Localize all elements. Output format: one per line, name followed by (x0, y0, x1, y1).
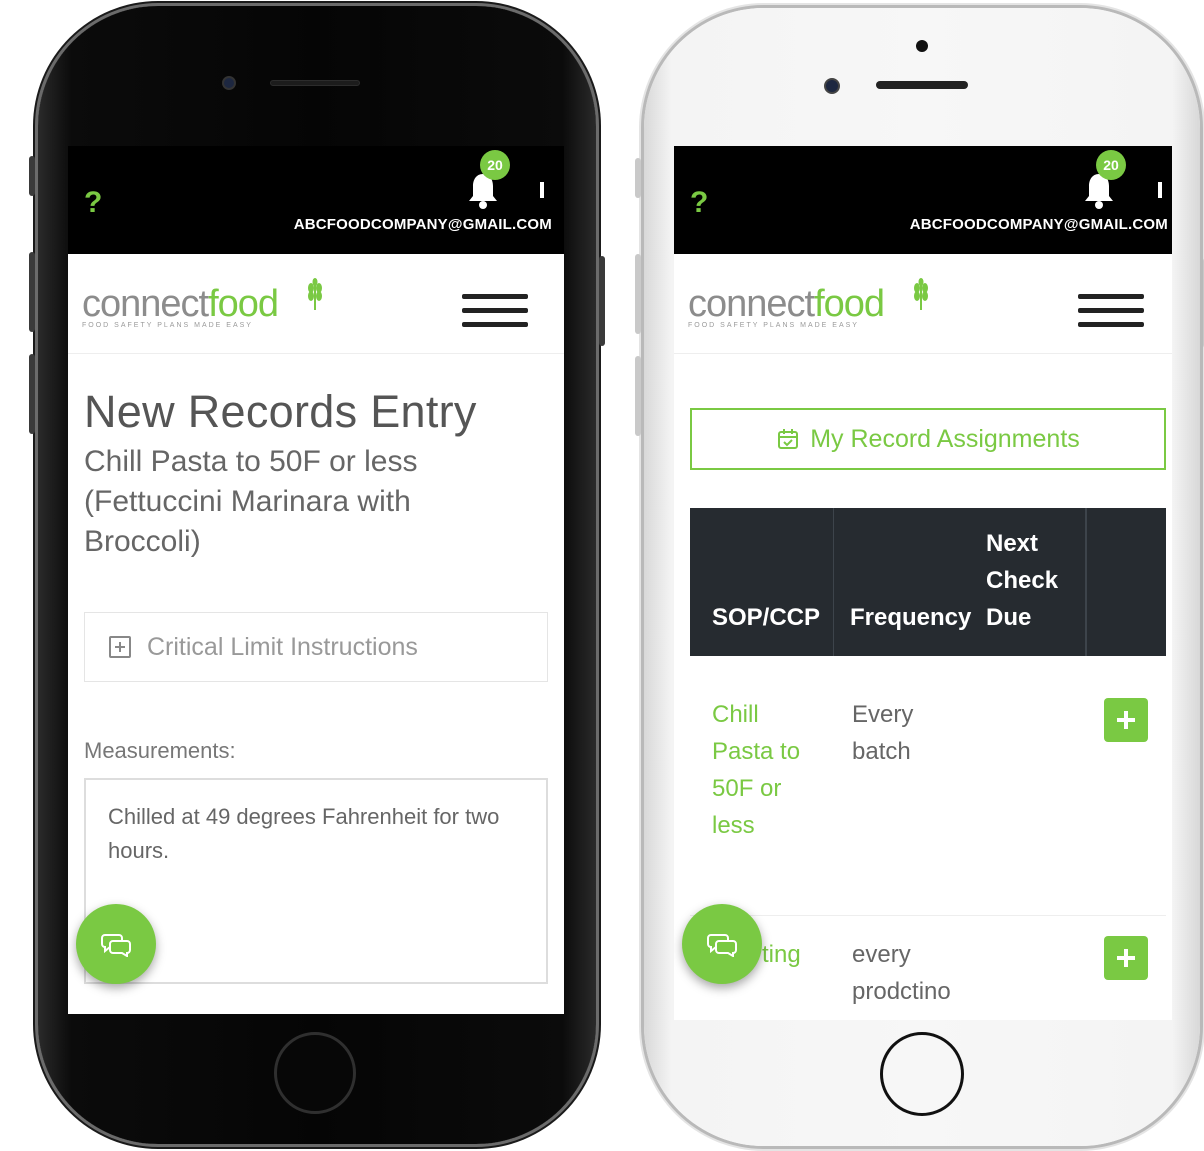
mute-switch (635, 158, 641, 198)
instructions-label: Critical Limit Instructions (147, 632, 418, 661)
measurements-label: Measurements: (84, 738, 236, 763)
volume-down-button (635, 356, 641, 436)
chat-button[interactable] (76, 904, 156, 984)
my-record-assignments-button[interactable]: My Record Assignments (690, 408, 1166, 470)
table-row: Chill Pasta to 50F or less Every batch (690, 656, 1166, 916)
page-subtitle: Chill Pasta to 50F or less (Fettuccini M… (84, 445, 418, 558)
notification-badge: 20 (480, 150, 510, 180)
plus-square-icon (109, 636, 131, 658)
help-icon[interactable]: ? (690, 186, 708, 220)
connectfood-logo[interactable]: connectfood FOOD SAFETY PLANS MADE EASY (688, 278, 928, 344)
nav-bar: connectfood FOOD SAFETY PLANS MADE EASY (68, 254, 564, 354)
right-screen: ? 20 ABCFOODCOMPANY@GMAIL.COM connectfoo… (674, 146, 1172, 1020)
hamburger-menu-icon[interactable] (462, 294, 528, 334)
column-header-next-check-due[interactable]: Next Check Due (986, 508, 1070, 656)
sop-link[interactable]: ting (762, 936, 822, 973)
calendar-check-icon (778, 429, 799, 449)
kebab-icon[interactable] (540, 182, 544, 198)
table-header: SOP/CCP Frequency (690, 508, 1166, 656)
sop-link[interactable]: Chill Pasta to 50F or less (712, 696, 822, 844)
logo-tagline: FOOD SAFETY PLANS MADE EASY (688, 322, 859, 329)
top-bar: ? 20 ABCFOODCOMPANY@GMAIL.COM (674, 146, 1172, 254)
earpiece-speaker (270, 80, 360, 86)
hamburger-menu-icon[interactable] (1078, 294, 1144, 334)
front-camera (222, 76, 236, 90)
wheat-icon (914, 278, 928, 310)
logo-wordmark: connectfood (82, 283, 279, 325)
help-icon[interactable]: ? (84, 186, 102, 220)
volume-down-button (29, 354, 35, 434)
power-button (599, 256, 605, 346)
proximity-sensor (916, 40, 928, 52)
chat-button[interactable] (682, 904, 762, 984)
top-bar: ? 20 ABCFOODCOMPANY@GMAIL.COM (68, 146, 564, 254)
mute-switch (29, 156, 35, 196)
home-button (274, 1032, 356, 1114)
critical-limit-instructions-toggle[interactable]: Critical Limit Instructions (84, 612, 548, 682)
kebab-icon[interactable] (1158, 182, 1162, 198)
column-header-actions (1086, 508, 1087, 656)
logo-tagline: FOOD SAFETY PLANS MADE EASY (82, 322, 253, 329)
page-title: New Records Entry (84, 386, 477, 437)
user-email[interactable]: ABCFOODCOMPANY@GMAIL.COM (294, 216, 552, 233)
nav-bar: connectfood FOOD SAFETY PLANS MADE EASY (674, 254, 1172, 354)
connectfood-logo[interactable]: connectfood FOOD SAFETY PLANS MADE EASY (82, 278, 322, 344)
frequency-cell: every prodctino (852, 941, 951, 1005)
phone-white: ? 20 ABCFOODCOMPANY@GMAIL.COM connectfoo… (635, 8, 1204, 1146)
wheat-icon (308, 278, 322, 310)
assignments-label: My Record Assignments (810, 424, 1080, 453)
chat-icon (101, 934, 131, 957)
phone-black: ? 20 ABCFOODCOMPANY@GMAIL.COM connectfoo… (29, 6, 605, 1144)
add-record-button[interactable] (1104, 936, 1148, 980)
volume-up-button (29, 252, 35, 332)
left-screen: ? 20 ABCFOODCOMPANY@GMAIL.COM connectfoo… (68, 146, 564, 1014)
volume-up-button (635, 254, 641, 334)
user-email[interactable]: ABCFOODCOMPANY@GMAIL.COM (910, 216, 1168, 233)
front-camera (824, 78, 840, 94)
logo-wordmark: connectfood (688, 283, 885, 325)
column-header-sop[interactable]: SOP/CCP (690, 508, 834, 656)
chat-icon (707, 934, 737, 957)
earpiece-speaker (876, 81, 968, 89)
frequency-cell: Every batch (852, 701, 914, 765)
home-button (880, 1032, 964, 1116)
add-record-button[interactable] (1104, 698, 1148, 742)
table-row: ting every prodctino (690, 916, 1166, 1020)
notification-badge: 20 (1096, 150, 1126, 180)
